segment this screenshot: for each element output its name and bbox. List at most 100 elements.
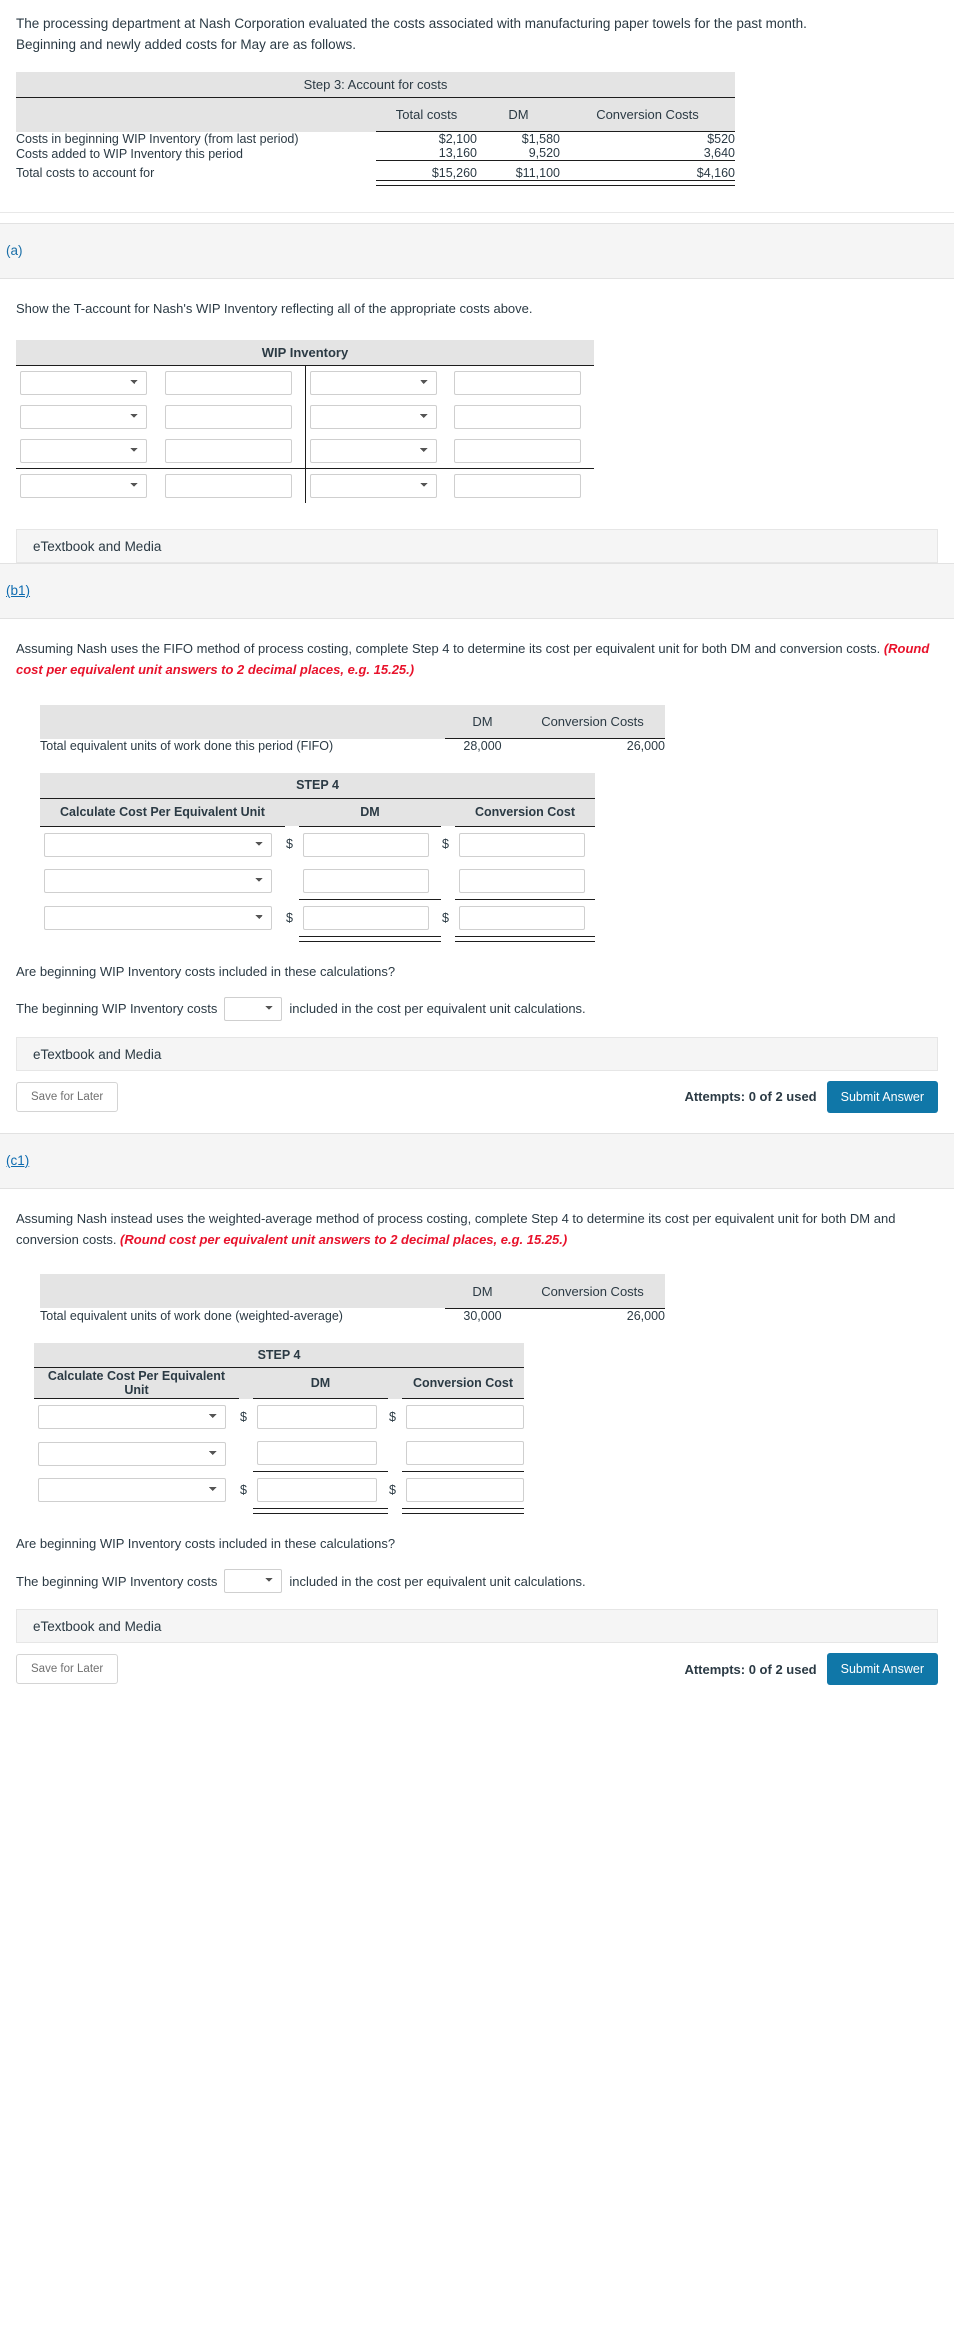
table-row: Total costs to account for $15,260 $11,1… xyxy=(16,166,735,181)
table-row: Costs in beginning WIP Inventory (from l… xyxy=(16,132,735,147)
b1-rule-cc xyxy=(455,935,596,942)
taccount-credit-amount-cell-4 xyxy=(450,469,594,504)
c1-step4-dm-input-1[interactable] xyxy=(257,1405,377,1430)
c1-answer-select[interactable] xyxy=(224,1569,283,1594)
b1-step4-select-cell-1 xyxy=(40,826,285,863)
c1-step4-select-1[interactable] xyxy=(38,1405,226,1430)
step3-table: Step 3: Account for costs Total costs DM… xyxy=(16,71,735,186)
c1-save-for-later-button[interactable]: Save for Later xyxy=(16,1654,119,1685)
taccount-debit-amount-2[interactable] xyxy=(165,405,292,430)
c1-step4-select-cell-1 xyxy=(34,1399,239,1436)
b1-eu-row-label: Total equivalent units of work done this… xyxy=(40,738,334,753)
taccount-debit-amount-4[interactable] xyxy=(165,474,292,499)
b1-step4-gap-2 xyxy=(441,798,455,827)
section-a-band: (a) xyxy=(0,222,954,279)
b1-actions: Save for Later Attempts: 0 of 2 used Sub… xyxy=(16,1080,938,1113)
etextbook-and-media-b1[interactable]: eTextbook and Media xyxy=(16,1036,938,1071)
section-c1-key[interactable]: (c1) xyxy=(6,1153,29,1168)
step3-row2-label: Total costs to account for xyxy=(16,166,155,181)
step3-row2-cc: $4,160 xyxy=(696,165,735,180)
taccount-debit-amount-cell-3 xyxy=(161,434,306,470)
c1-step4-col-dm: DM xyxy=(253,1367,388,1400)
step3-col-cc: Conversion Costs xyxy=(560,97,735,133)
taccount-credit-amount-1[interactable] xyxy=(454,371,581,396)
c1-eu-row-label: Total equivalent units of work done (wei… xyxy=(40,1308,343,1323)
b1-step4-select-2[interactable] xyxy=(44,868,272,893)
taccount-credit-amount-4[interactable] xyxy=(454,474,581,499)
c1-step4-cc-input-2[interactable] xyxy=(406,1441,524,1466)
b1-save-for-later-button[interactable]: Save for Later xyxy=(16,1081,119,1112)
taccount-debit-amount-1[interactable] xyxy=(165,371,292,396)
b1-step4-table: STEP 4 Calculate Cost Per Equivalent Uni… xyxy=(40,773,596,942)
b1-step4-title: STEP 4 xyxy=(40,773,596,799)
b1-step4-cc-input-1[interactable] xyxy=(459,832,585,857)
c1-eu-table-wrap: DM Conversion Costs Total equivalent uni… xyxy=(0,1256,954,1323)
taccount-credit-select-3[interactable] xyxy=(309,439,437,464)
b1-step4-select-1[interactable] xyxy=(44,832,272,857)
step3-row0-total: $2,100 xyxy=(438,132,477,147)
b1-step4-header-row: Calculate Cost Per Equivalent Unit DM Co… xyxy=(40,798,596,827)
taccount-credit-select-4[interactable] xyxy=(309,474,437,499)
b1-step4-cc-dollar-2 xyxy=(441,863,455,900)
c1-eu-col-dm: DM xyxy=(445,1274,520,1309)
etextbook-and-media-a[interactable]: eTextbook and Media xyxy=(16,529,938,564)
c1-step4-cc-input-3[interactable] xyxy=(406,1478,524,1503)
c1-rule-gap-2 xyxy=(388,1509,402,1514)
b1-step4-dm-input-1[interactable] xyxy=(303,832,429,857)
c1-submit-answer-button[interactable]: Submit Answer xyxy=(826,1653,938,1686)
step3-title: Step 3: Account for costs xyxy=(16,71,735,99)
c1-step4-header-row: Calculate Cost Per Equivalent Unit DM Co… xyxy=(34,1367,525,1400)
taccount-credit-amount-3[interactable] xyxy=(454,439,581,464)
taccount-credit-amount-cell-1 xyxy=(450,366,594,401)
taccount-credit-amount-2[interactable] xyxy=(454,405,581,430)
c1-step4-dm-input-2[interactable] xyxy=(257,1441,377,1466)
b1-submit-answer-button[interactable]: Submit Answer xyxy=(826,1080,938,1113)
b1-answer-select[interactable] xyxy=(224,996,283,1021)
section-b1-key[interactable]: (b1) xyxy=(6,583,30,598)
c1-step4-table: STEP 4 Calculate Cost Per Equivalent Uni… xyxy=(34,1342,525,1515)
wip-inventory-taccount: WIP Inventory xyxy=(16,339,595,504)
step3-row0-dm: $1,580 xyxy=(521,132,560,147)
taccount-debit-select-2[interactable] xyxy=(20,405,147,430)
b1-step4-cc-cell-3 xyxy=(455,899,595,936)
c1-step4-select-2[interactable] xyxy=(38,1441,226,1466)
dbl-dm xyxy=(477,179,560,186)
taccount-debit-select-cell-1 xyxy=(16,366,161,401)
b1-step4-col-cc: Conversion Cost xyxy=(455,798,596,827)
b1-rule-gap-2 xyxy=(441,936,455,941)
step3-total-rule xyxy=(16,179,735,186)
c1-step4-row: $ $ xyxy=(34,1472,524,1509)
c1-step4-col-calc: Calculate Cost Per Equivalent Unit xyxy=(34,1367,239,1400)
taccount-credit-amount-cell-3 xyxy=(450,434,595,470)
b1-step4-dm-input-3[interactable] xyxy=(303,905,429,930)
c1-eu-col-blank xyxy=(40,1274,445,1309)
c1-eu-col-cc: Conversion Costs xyxy=(520,1274,665,1309)
taccount-credit-select-2[interactable] xyxy=(309,405,437,430)
b1-step4-dm-dollar-2 xyxy=(285,863,299,900)
c1-rule-gap-1 xyxy=(239,1509,253,1514)
taccount-row xyxy=(16,400,594,435)
b1-step4-cc-input-2[interactable] xyxy=(459,868,585,893)
c1-step4-cc-input-1[interactable] xyxy=(406,1405,524,1430)
b1-question: Are beginning WIP Inventory costs includ… xyxy=(16,963,396,979)
step3-col-total: Total costs xyxy=(376,97,477,133)
taccount-debit-select-4[interactable] xyxy=(20,474,147,499)
taccount-debit-select-1[interactable] xyxy=(20,371,147,396)
c1-step4-dm-input-3[interactable] xyxy=(257,1478,377,1503)
taccount-credit-select-1[interactable] xyxy=(309,371,437,396)
b1-step4-select-3[interactable] xyxy=(44,905,272,930)
c1-attempts-label: Attempts: 0 of 2 used xyxy=(684,1661,817,1677)
table-row: Total equivalent units of work done (wei… xyxy=(40,1308,665,1323)
b1-step4-dm-input-2[interactable] xyxy=(303,868,429,893)
c1-step4-select-3[interactable] xyxy=(38,1478,226,1503)
step3-row1-dm: 9,520 xyxy=(528,146,560,161)
taccount-debit-amount-3[interactable] xyxy=(165,439,292,464)
taccount-debit-select-3[interactable] xyxy=(20,439,147,464)
section-c1-band: (c1) xyxy=(0,1132,954,1189)
etextbook-and-media-c1[interactable]: eTextbook and Media xyxy=(16,1609,938,1644)
c1-eu-cc-value: 26,000 xyxy=(626,1308,665,1323)
b1-step4-cc-input-3[interactable] xyxy=(459,905,585,930)
b1-rule-blank xyxy=(40,936,285,941)
dbl-cc xyxy=(560,179,735,186)
c1-step4-cc-dollar-2 xyxy=(388,1435,402,1472)
